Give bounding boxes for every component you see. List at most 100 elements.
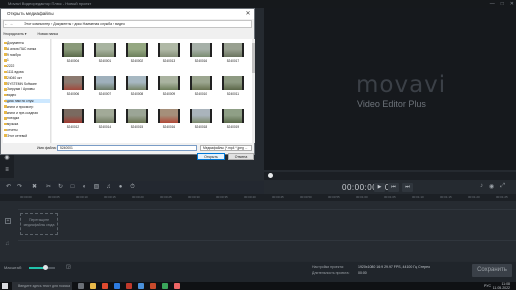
file-name[interactable]: 5240001 bbox=[90, 59, 120, 63]
previous-frame-icon[interactable]: ⏮ bbox=[388, 183, 399, 192]
video-thumbnail[interactable] bbox=[158, 76, 180, 90]
sidebar-item[interactable]: Этот сетевой bbox=[7, 134, 27, 138]
close-icon[interactable]: ✕ bbox=[510, 0, 514, 8]
video-thumbnail[interactable] bbox=[190, 109, 212, 123]
color-icon[interactable]: ◐ bbox=[80, 183, 89, 192]
video-thumbnail[interactable] bbox=[126, 76, 148, 90]
speed-icon[interactable]: ⏱ bbox=[128, 183, 137, 192]
minimize-icon[interactable]: — bbox=[490, 0, 495, 8]
mail-icon[interactable] bbox=[138, 283, 144, 289]
zoom-slider-knob[interactable] bbox=[43, 265, 48, 270]
address-bar[interactable]: Этот компьютер › Документы › диск Наимен… bbox=[3, 20, 252, 28]
camera-icon[interactable]: ◉ bbox=[2, 154, 12, 162]
mic-icon[interactable]: ● bbox=[116, 183, 125, 192]
video-thumbnail[interactable] bbox=[158, 43, 180, 57]
organize-button[interactable]: Упорядочить ▾ bbox=[3, 32, 27, 36]
back-forward-icon[interactable]: ← → bbox=[4, 20, 13, 28]
sidebar-item[interactable]: 24040 окт bbox=[7, 76, 22, 80]
video-thumbnail[interactable] bbox=[190, 76, 212, 90]
file-name[interactable]: 5240011 bbox=[218, 92, 248, 96]
clock[interactable]: 11:08 11.05.2022 bbox=[493, 282, 510, 290]
file-name[interactable]: 5240004 bbox=[58, 59, 88, 63]
file-name[interactable]: 5240012 bbox=[58, 125, 88, 129]
timeline-tracks[interactable] bbox=[0, 201, 516, 261]
sidebar-item[interactable]: А альта ПАС папка bbox=[7, 47, 36, 51]
rotate-icon[interactable]: ↻ bbox=[56, 183, 65, 192]
sidebar-item[interactable]: книги и пре-ссадная bbox=[7, 111, 38, 115]
file-type-filter[interactable]: Медиафайлы (*.mp4 *.jpeg ... bbox=[200, 145, 252, 151]
video-thumbnail[interactable] bbox=[222, 76, 244, 90]
media-icon[interactable] bbox=[150, 283, 156, 289]
next-frame-icon[interactable]: ⏭ bbox=[402, 183, 413, 192]
task-view-icon[interactable] bbox=[78, 283, 84, 289]
file-name[interactable]: 5240002 bbox=[122, 59, 152, 63]
save-button[interactable]: Сохранить bbox=[472, 264, 512, 277]
file-name[interactable]: 5240009 bbox=[154, 92, 184, 96]
file-name[interactable]: 5240014 bbox=[90, 125, 120, 129]
transition-icon[interactable]: ▧ bbox=[92, 183, 101, 192]
open-button[interactable]: Открыть bbox=[197, 153, 225, 160]
file-name[interactable]: 5240017 bbox=[218, 59, 248, 63]
scrollbar-thumb[interactable] bbox=[252, 43, 255, 73]
menu-icon[interactable]: ≡ bbox=[2, 166, 12, 174]
video-thumbnail[interactable] bbox=[126, 109, 148, 123]
video-thumbnail[interactable] bbox=[222, 43, 244, 57]
add-track-icon[interactable]: + bbox=[5, 218, 11, 224]
video-thumbnail[interactable] bbox=[62, 43, 84, 57]
redo-icon[interactable]: ↷ bbox=[15, 183, 24, 192]
file-explorer-icon[interactable] bbox=[90, 283, 96, 289]
file-name[interactable]: 5240008 bbox=[122, 92, 152, 96]
windows-start-icon[interactable] bbox=[2, 283, 8, 289]
video-thumbnail[interactable] bbox=[62, 109, 84, 123]
yandex-icon[interactable] bbox=[102, 283, 108, 289]
opera-icon[interactable] bbox=[126, 283, 132, 289]
crop-icon[interactable]: □ bbox=[68, 183, 77, 192]
zoom-fit-icon[interactable]: ◲ bbox=[66, 264, 71, 270]
project-settings-value[interactable]: 1920x1080 16:9 29.97 FPS, 44100 Гц Стере… bbox=[358, 264, 430, 270]
snapshot-icon[interactable]: ◉ bbox=[489, 183, 494, 190]
sidebar-item[interactable]: диск нам по служ bbox=[7, 99, 34, 103]
file-name[interactable]: 5240010 bbox=[186, 92, 216, 96]
file-name[interactable]: 5240019 bbox=[218, 125, 248, 129]
play-icon[interactable]: ▶ bbox=[374, 183, 385, 192]
sidebar-item[interactable]: 2222 bbox=[7, 64, 14, 68]
file-name[interactable]: 5240016 bbox=[186, 59, 216, 63]
dialog-close-icon[interactable]: ✕ bbox=[242, 9, 254, 19]
split-icon[interactable]: ✂ bbox=[44, 183, 53, 192]
sidebar-item[interactable]: SYSTEMN Software bbox=[7, 82, 37, 86]
sidebar-item[interactable]: 1 bbox=[7, 58, 9, 62]
drop-zone[interactable]: Перетащите медиафайлы сюда bbox=[20, 213, 58, 235]
taskbar-search[interactable]: Введите здесь текст для поиска bbox=[12, 282, 72, 290]
delete-icon[interactable]: ✖ bbox=[30, 183, 39, 192]
file-name[interactable]: 5240015 bbox=[122, 125, 152, 129]
file-name[interactable]: 5240013 bbox=[154, 59, 184, 63]
input-language[interactable]: РУС bbox=[484, 282, 491, 290]
file-name[interactable]: 5240018 bbox=[186, 125, 216, 129]
file-name[interactable]: 5240006 bbox=[58, 92, 88, 96]
movavi-taskbar-icon[interactable] bbox=[174, 283, 180, 289]
undo-icon[interactable]: ↶ bbox=[4, 183, 13, 192]
sidebar-item[interactable]: поездка bbox=[7, 116, 19, 120]
video-thumbnail[interactable] bbox=[94, 76, 116, 90]
sidebar-item[interactable]: книги и просмотр bbox=[7, 105, 33, 109]
playhead-knob[interactable] bbox=[268, 173, 273, 178]
seek-bar[interactable] bbox=[264, 172, 516, 180]
sidebar-item[interactable]: Документы bbox=[7, 41, 24, 45]
video-thumbnail[interactable] bbox=[222, 109, 244, 123]
sidebar-item[interactable]: отчеты bbox=[7, 128, 18, 132]
video-thumbnail[interactable] bbox=[94, 43, 116, 57]
file-name[interactable]: 5240007 bbox=[90, 92, 120, 96]
sidebar-item[interactable]: видео bbox=[7, 93, 16, 97]
sidebar-item[interactable]: 9 ноября bbox=[7, 53, 21, 57]
fullscreen-icon[interactable]: ⤢ bbox=[500, 183, 505, 190]
sidebar-item[interactable]: Загрузки / Архивы bbox=[7, 87, 35, 91]
new-folder-button[interactable]: Новая папка bbox=[38, 32, 58, 36]
maximize-icon[interactable]: □ bbox=[501, 0, 504, 8]
video-thumbnail[interactable] bbox=[126, 43, 148, 57]
volume-icon[interactable]: ♪ bbox=[480, 183, 483, 190]
filename-input[interactable]: 5240001 bbox=[57, 145, 197, 151]
video-thumbnail[interactable] bbox=[190, 43, 212, 57]
video-thumbnail[interactable] bbox=[94, 109, 116, 123]
sidebar-item[interactable]: 1111 вдова bbox=[7, 70, 24, 74]
edge-icon[interactable] bbox=[114, 283, 120, 289]
